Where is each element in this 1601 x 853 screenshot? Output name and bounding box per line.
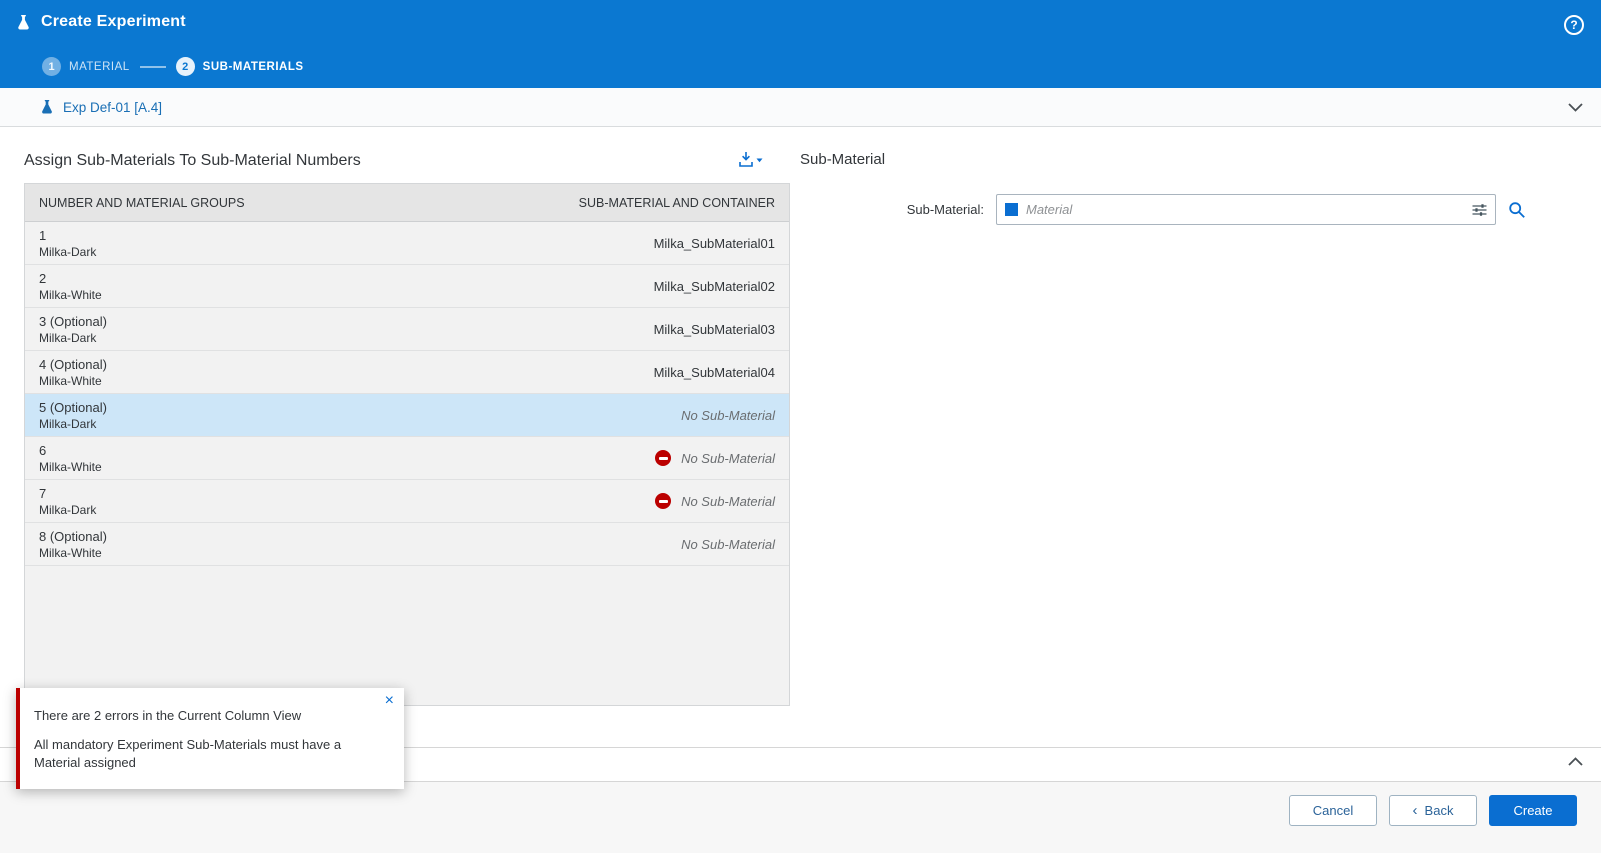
row-material-group: Milka-Dark xyxy=(39,331,654,345)
row-number-and-group-cell: 8 (Optional) Milka-White xyxy=(39,529,681,560)
error-message-popover: × There are 2 errors in the Current Colu… xyxy=(16,688,404,789)
step-1-label: MATERIAL xyxy=(69,61,130,73)
flask-icon xyxy=(16,14,31,31)
row-number-and-group-cell: 3 (Optional) Milka-Dark xyxy=(39,314,654,345)
row-number: 3 (Optional) xyxy=(39,314,654,329)
table-row[interactable]: 5 (Optional) Milka-Dark No Sub-Material xyxy=(25,394,789,437)
error-popover-summary: There are 2 errors in the Current Column… xyxy=(34,708,386,723)
row-material-group: Milka-Dark xyxy=(39,245,654,259)
wizard-step-sub-materials[interactable]: 2 SUB-MATERIALS xyxy=(176,57,304,76)
table-row[interactable]: 2 Milka-White Milka_SubMaterial02 xyxy=(25,265,789,308)
row-sub-material-cell: No Sub-Material xyxy=(681,537,775,552)
back-button-label: Back xyxy=(1425,803,1454,818)
assignment-table-header: NUMBER AND MATERIAL GROUPS SUB-MATERIAL … xyxy=(25,184,789,222)
chevron-down-icon[interactable] xyxy=(1568,103,1583,112)
row-sub-material: Milka_SubMaterial02 xyxy=(654,279,775,294)
table-row[interactable]: 1 Milka-Dark Milka_SubMaterial01 xyxy=(25,222,789,265)
row-sub-material-cell: Milka_SubMaterial02 xyxy=(654,279,775,294)
assignment-table-body: 1 Milka-Dark Milka_SubMaterial01 2 Milka… xyxy=(25,222,789,705)
assign-panel: Assign Sub-Materials To Sub-Material Num… xyxy=(24,151,790,706)
table-row[interactable]: 7 Milka-Dark No Sub-Material xyxy=(25,480,789,523)
row-sub-material-cell: Milka_SubMaterial03 xyxy=(654,322,775,337)
row-sub-material-cell: No Sub-Material xyxy=(681,408,775,423)
row-sub-material: No Sub-Material xyxy=(681,451,775,466)
sub-material-input-wrap xyxy=(996,194,1496,225)
value-help-icon[interactable] xyxy=(1472,203,1487,217)
assign-panel-header: Assign Sub-Materials To Sub-Material Num… xyxy=(24,151,790,170)
experiment-context-bar: Exp Def-01 [A.4] xyxy=(0,88,1601,127)
row-sub-material-cell: No Sub-Material xyxy=(655,493,775,509)
row-number: 8 (Optional) xyxy=(39,529,681,544)
sub-material-field-row: Sub-Material: xyxy=(800,194,1577,225)
row-sub-material: Milka_SubMaterial01 xyxy=(654,236,775,251)
create-button[interactable]: Create xyxy=(1489,795,1577,826)
row-number: 5 (Optional) xyxy=(39,400,681,415)
row-material-group: Milka-White xyxy=(39,288,654,302)
row-error-icon xyxy=(655,450,671,466)
chevron-up-icon[interactable] xyxy=(1568,757,1583,766)
assignment-table: NUMBER AND MATERIAL GROUPS SUB-MATERIAL … xyxy=(24,183,790,706)
step-1-circle: 1 xyxy=(42,57,61,76)
row-material-group: Milka-White xyxy=(39,460,655,474)
step-2-label: SUB-MATERIALS xyxy=(203,61,304,73)
main-content: Assign Sub-Materials To Sub-Material Num… xyxy=(0,127,1601,747)
row-sub-material: No Sub-Material xyxy=(681,537,775,552)
wizard-step-material[interactable]: 1 MATERIAL xyxy=(42,57,130,76)
row-number: 6 xyxy=(39,443,655,458)
row-error-icon xyxy=(655,493,671,509)
row-sub-material: Milka_SubMaterial04 xyxy=(654,365,775,380)
app-header: Create Experiment ? 1 MATERIAL 2 SUB-MAT… xyxy=(0,0,1601,88)
table-row[interactable]: 8 (Optional) Milka-White No Sub-Material xyxy=(25,523,789,566)
row-material-group: Milka-White xyxy=(39,546,681,560)
footer-bar: Cancel ‹ Back Create xyxy=(0,781,1601,853)
app-title-row: Create Experiment xyxy=(0,0,1601,31)
flask-icon-blue xyxy=(40,99,54,115)
cancel-button[interactable]: Cancel xyxy=(1289,795,1377,826)
row-number-and-group-cell: 5 (Optional) Milka-Dark xyxy=(39,400,681,431)
row-number: 4 (Optional) xyxy=(39,357,654,372)
row-sub-material-cell: No Sub-Material xyxy=(655,450,775,466)
experiment-definition-label: Exp Def-01 [A.4] xyxy=(63,100,162,115)
wizard-steps: 1 MATERIAL 2 SUB-MATERIALS xyxy=(42,57,304,76)
search-button[interactable] xyxy=(1508,201,1526,219)
help-button[interactable]: ? xyxy=(1564,15,1584,35)
assign-panel-title: Assign Sub-Materials To Sub-Material Num… xyxy=(24,152,361,170)
close-icon[interactable]: × xyxy=(385,693,394,709)
chevron-left-icon: ‹ xyxy=(1413,803,1418,818)
download-menu-button[interactable] xyxy=(738,151,764,170)
footer-buttons: Cancel ‹ Back Create xyxy=(1289,795,1577,826)
material-token-icon xyxy=(1005,203,1018,216)
row-sub-material: No Sub-Material xyxy=(681,494,775,509)
row-number-and-group-cell: 7 Milka-Dark xyxy=(39,486,655,517)
step-2-circle: 2 xyxy=(176,57,195,76)
row-sub-material: Milka_SubMaterial03 xyxy=(654,322,775,337)
help-glyph: ? xyxy=(1570,18,1577,32)
table-row[interactable]: 3 (Optional) Milka-Dark Milka_SubMateria… xyxy=(25,308,789,351)
row-number: 1 xyxy=(39,228,654,243)
row-sub-material-cell: Milka_SubMaterial04 xyxy=(654,365,775,380)
row-number: 7 xyxy=(39,486,655,501)
sub-material-input[interactable] xyxy=(1026,202,1463,217)
sub-material-field-label: Sub-Material: xyxy=(800,202,996,217)
column-header-sub-material: SUB-MATERIAL AND CONTAINER xyxy=(579,196,775,210)
table-row[interactable]: 6 Milka-White No Sub-Material xyxy=(25,437,789,480)
sub-material-panel: Sub-Material Sub-Material: xyxy=(800,151,1577,225)
row-material-group: Milka-Dark xyxy=(39,503,655,517)
row-material-group: Milka-Dark xyxy=(39,417,681,431)
page-title: Create Experiment xyxy=(41,13,186,31)
sub-material-panel-title: Sub-Material xyxy=(800,151,1577,168)
row-sub-material-cell: Milka_SubMaterial01 xyxy=(654,236,775,251)
row-number-and-group-cell: 2 Milka-White xyxy=(39,271,654,302)
step-connector xyxy=(140,66,166,68)
row-number-and-group-cell: 6 Milka-White xyxy=(39,443,655,474)
back-button[interactable]: ‹ Back xyxy=(1389,795,1477,826)
table-row[interactable]: 4 (Optional) Milka-White Milka_SubMateri… xyxy=(25,351,789,394)
error-popover-detail: All mandatory Experiment Sub-Materials m… xyxy=(34,736,364,771)
row-number-and-group-cell: 1 Milka-Dark xyxy=(39,228,654,259)
row-number: 2 xyxy=(39,271,654,286)
row-number-and-group-cell: 4 (Optional) Milka-White xyxy=(39,357,654,388)
column-header-number-groups: NUMBER AND MATERIAL GROUPS xyxy=(39,196,579,210)
row-sub-material: No Sub-Material xyxy=(681,408,775,423)
row-material-group: Milka-White xyxy=(39,374,654,388)
